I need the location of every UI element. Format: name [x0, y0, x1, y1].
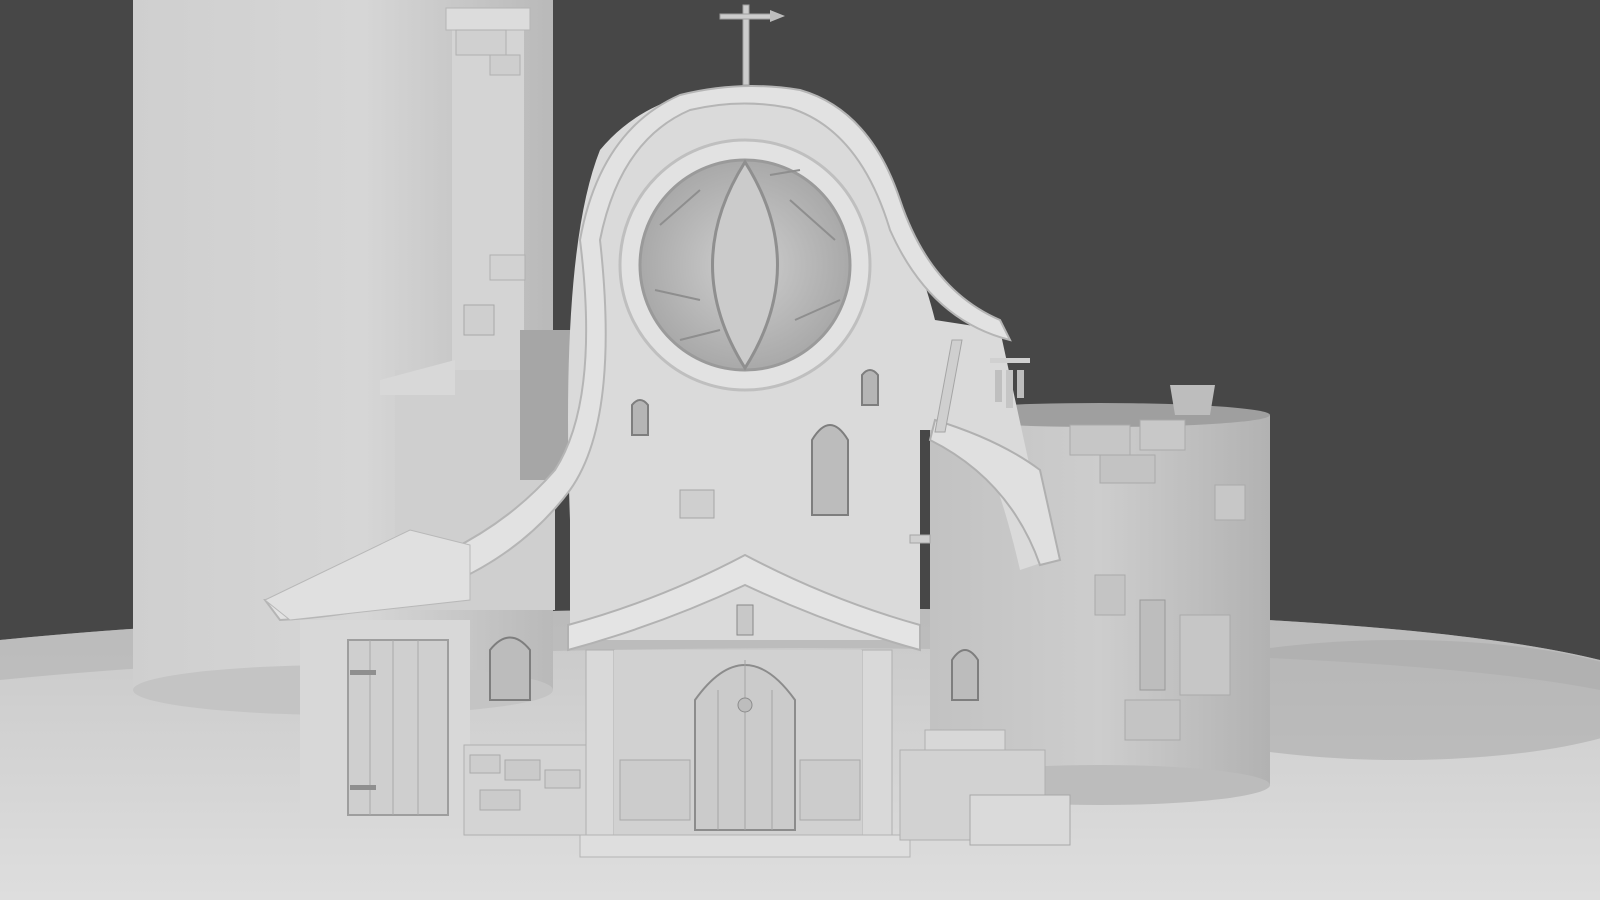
- church-render: [0, 0, 1600, 900]
- arched-window-center: [811, 424, 849, 516]
- wall-brick: [679, 489, 715, 519]
- stone-wall-left: [463, 744, 590, 836]
- porch-step: [579, 834, 911, 858]
- rose-window: [618, 138, 872, 392]
- annex-window: [489, 636, 531, 701]
- door-knocker: [737, 697, 753, 713]
- wall-brick-small: [909, 534, 931, 544]
- flower-pot: [1170, 385, 1215, 415]
- render-viewport: [0, 0, 1600, 900]
- side-step-top: [924, 729, 1006, 751]
- lantern: [736, 604, 754, 636]
- side-window-right: [951, 649, 979, 701]
- small-window-left: [631, 399, 649, 436]
- planter-box: [969, 794, 1071, 846]
- small-window-top: [861, 369, 879, 406]
